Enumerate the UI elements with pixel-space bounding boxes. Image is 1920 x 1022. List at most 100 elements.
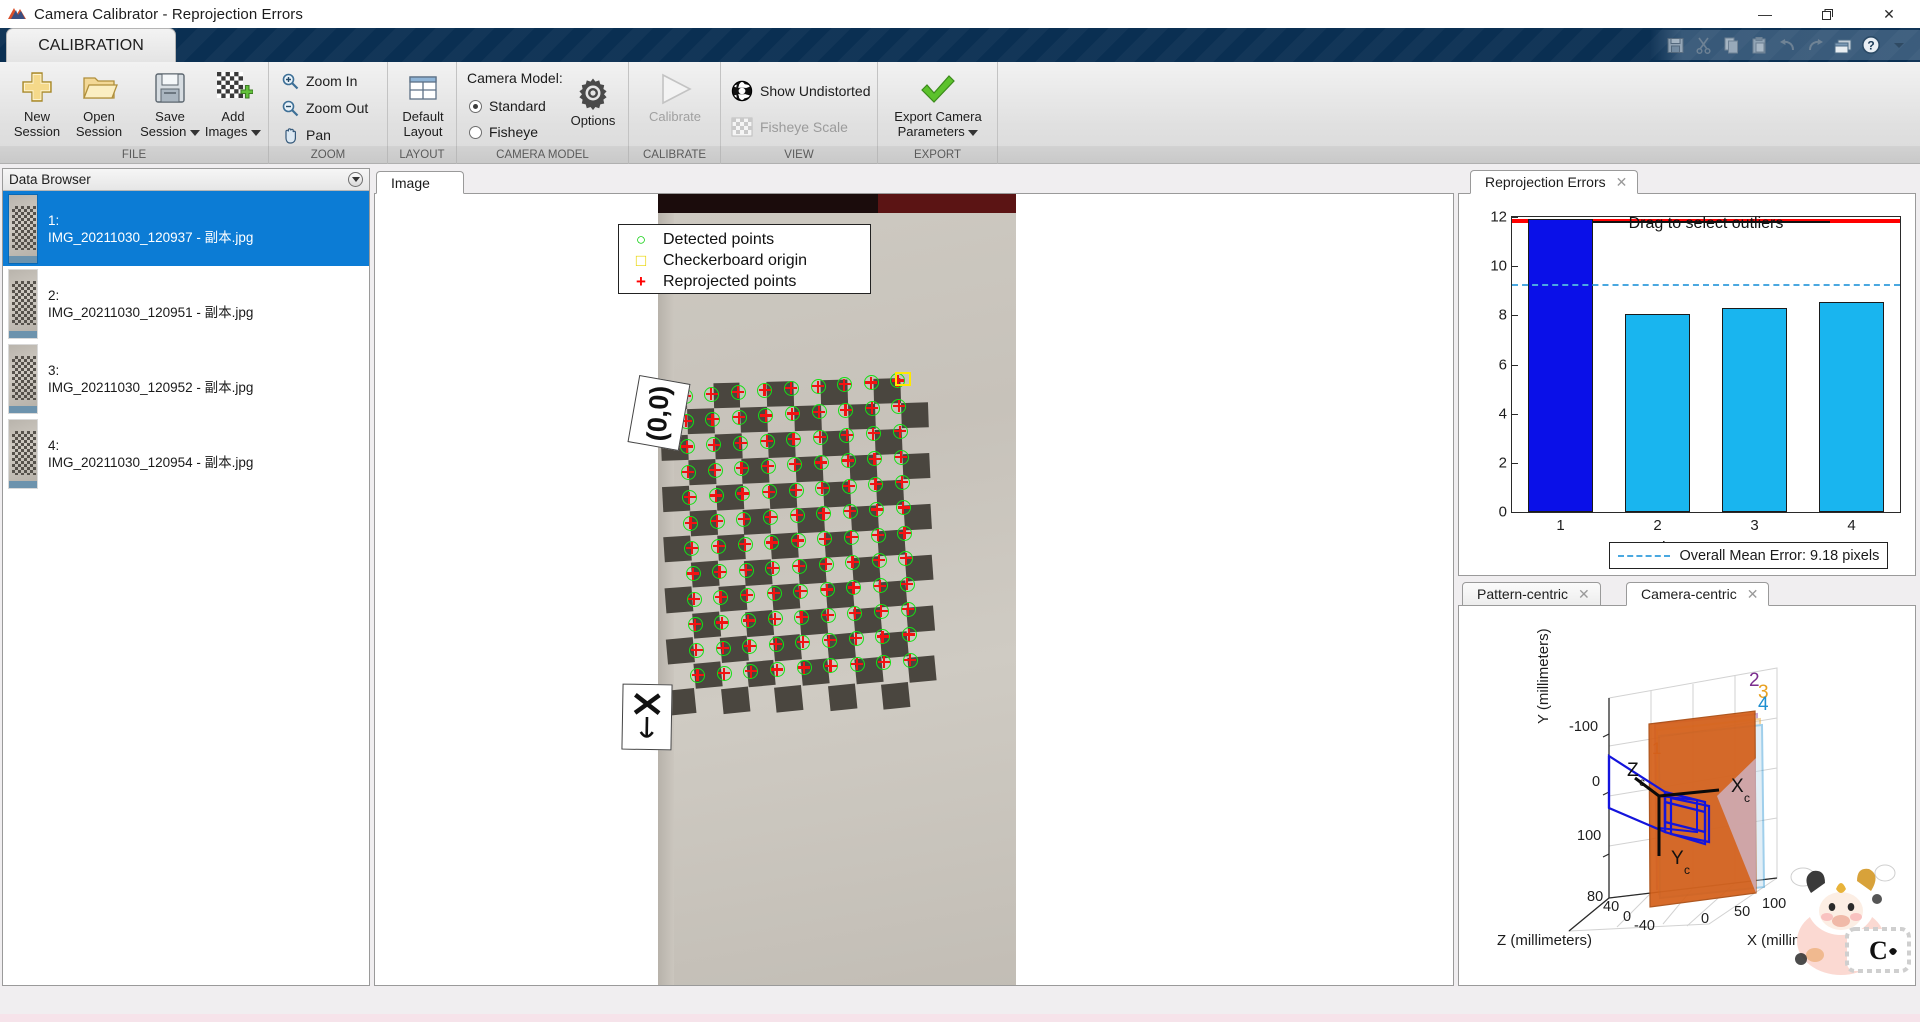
detected-point	[791, 558, 807, 574]
fisheye-scale-button[interactable]: Fisheye Scale	[731, 117, 848, 137]
image-list[interactable]: 1: IMG_20211030_120937 - 副本.jpg 2: IMG_2…	[3, 191, 369, 985]
detected-point	[769, 662, 785, 678]
chevron-down-icon[interactable]	[1886, 32, 1912, 58]
save-icon[interactable]	[1662, 32, 1688, 58]
detected-point	[741, 613, 757, 629]
export-camera-parameters-label-line1: Export Camera	[894, 109, 982, 124]
reprojected-points-icon: +	[636, 272, 646, 291]
undo-icon[interactable]	[1774, 32, 1800, 58]
detected-point	[902, 652, 918, 668]
reprojection-chart-body[interactable]: Mean Error in Pixels Drag to select outl…	[1458, 193, 1916, 576]
chart-x-tick: 3	[1750, 517, 1759, 534]
extrinsics-plot-body[interactable]: 2 3 4 1 X c Y c Z c -100 0 100 80 40 0 -…	[1458, 605, 1916, 986]
new-session-button[interactable]: New Session	[4, 66, 70, 139]
close-button[interactable]: ✕	[1858, 0, 1920, 28]
layout-icon[interactable]	[1830, 32, 1856, 58]
list-item[interactable]: 2: IMG_20211030_120951 - 副本.jpg	[3, 266, 369, 341]
detected-point	[894, 474, 910, 490]
save-session-label-line1: Save	[155, 109, 185, 124]
detected-point	[787, 457, 803, 473]
help-icon[interactable]: ?	[1858, 32, 1884, 58]
show-undistorted-label: Show Undistorted	[760, 83, 871, 99]
chart-y-tickmark	[1512, 364, 1518, 366]
detected-point	[864, 400, 880, 416]
close-icon[interactable]: ✕	[1747, 586, 1759, 603]
minimize-button[interactable]: —	[1734, 0, 1796, 28]
ribbon-group-label-file: FILE	[0, 146, 269, 164]
legend-row-detected: ○ Detected points	[619, 229, 870, 250]
save-session-label-line2: Session	[140, 124, 187, 139]
detected-point	[838, 402, 854, 418]
legend-label-origin: Checkerboard origin	[663, 251, 808, 269]
list-item[interactable]: 4: IMG_20211030_120954 - 副本.jpg	[3, 416, 369, 491]
tab-image[interactable]: Image	[376, 171, 464, 194]
detected-point	[708, 488, 724, 504]
detected-point	[713, 589, 729, 605]
chart-y-tickmark	[1512, 266, 1518, 268]
ribbon: New Session Open Session Save Session Ad…	[0, 62, 1920, 154]
detected-point	[790, 533, 806, 549]
ribbon-group-camera-model: Camera Model: Standard Fisheye Options	[457, 62, 629, 154]
detected-point	[685, 566, 701, 582]
list-item[interactable]: 1: IMG_20211030_120937 - 副本.jpg	[3, 191, 369, 266]
radio-fisheye[interactable]: Fisheye	[469, 124, 538, 140]
panel-menu-icon[interactable]	[348, 172, 363, 187]
ribbon-group-export: Export Camera Parameters	[878, 62, 998, 154]
list-item[interactable]: 3: IMG_20211030_120952 - 副本.jpg	[3, 341, 369, 416]
export-dropdown-icon[interactable]	[968, 130, 979, 136]
thumbnail	[8, 418, 38, 489]
tab-pattern-centric[interactable]: Pattern-centric ✕	[1462, 582, 1601, 606]
show-undistorted-button[interactable]: Show Undistorted	[731, 80, 871, 102]
close-icon[interactable]: ✕	[1578, 586, 1590, 603]
image-canvas[interactable]: ○ Detected points □ Checkerboard origin …	[374, 194, 1454, 986]
chart-bar[interactable]	[1722, 307, 1787, 512]
calibrate-button[interactable]: Calibrate	[640, 66, 710, 124]
tab-reprojection-errors[interactable]: Reprojection Errors ✕	[1470, 170, 1639, 194]
paste-icon[interactable]	[1746, 32, 1772, 58]
detected-point	[817, 531, 833, 547]
svg-text:C: C	[1869, 936, 1888, 965]
radio-standard-indicator[interactable]	[469, 99, 482, 113]
zoom-in-button[interactable]: Zoom In	[281, 72, 357, 90]
chart-bar[interactable]	[1528, 219, 1593, 512]
thumbnail	[8, 268, 38, 339]
camera-centric-3d-plot[interactable]: 2 3 4 1 X c Y c Z c -100 0 100 80 40 0 -…	[1459, 606, 1915, 985]
detected-point	[785, 406, 801, 422]
detected-point	[810, 379, 826, 394]
detected-point	[763, 509, 779, 525]
radio-standard[interactable]: Standard	[469, 98, 546, 114]
chart-y-tick: 4	[1498, 405, 1507, 423]
chart-plot-area[interactable]: Drag to select outliers 0 2 4 6 8 10 12 1 2 3 4	[1490, 209, 1901, 534]
add-images-button[interactable]: Add Images	[188, 66, 278, 139]
zoom-out-button[interactable]: Zoom Out	[281, 99, 368, 117]
chart-y-tick: 10	[1490, 257, 1507, 275]
export-camera-parameters-button[interactable]: Export Camera Parameters	[882, 66, 994, 139]
quick-access-toolbar: ?	[1662, 30, 1912, 60]
copy-icon[interactable]	[1718, 32, 1744, 58]
detected-point	[705, 412, 721, 427]
redo-icon[interactable]	[1802, 32, 1828, 58]
open-session-button[interactable]: Open Session	[66, 66, 132, 139]
tab-camera-centric[interactable]: Camera-centric ✕	[1626, 582, 1770, 606]
restore-button[interactable]	[1796, 0, 1858, 28]
cut-icon[interactable]	[1690, 32, 1716, 58]
add-images-dropdown-icon[interactable]	[251, 130, 262, 136]
detected-point	[893, 449, 909, 465]
radio-fisheye-indicator[interactable]	[469, 125, 482, 139]
calibrate-label: Calibrate	[648, 109, 702, 124]
close-icon[interactable]: ✕	[1616, 174, 1628, 191]
pan-button[interactable]: Pan	[281, 126, 331, 144]
default-layout-button[interactable]: Default Layout	[390, 66, 456, 139]
svg-text:Z: Z	[1627, 760, 1639, 781]
chart-bar[interactable]	[1819, 301, 1884, 512]
svg-text:1: 1	[1652, 739, 1661, 758]
ribbon-group-layout: Default Layout	[388, 62, 457, 154]
detected-point	[876, 654, 892, 670]
checkerboard-origin-marker	[894, 371, 911, 386]
detected-point	[822, 633, 837, 648]
detected-point	[714, 615, 730, 631]
options-button[interactable]: Options	[561, 70, 625, 128]
tab-calibration[interactable]: CALIBRATION	[6, 28, 176, 62]
chart-bar[interactable]	[1625, 314, 1690, 512]
detected-point	[689, 642, 704, 658]
